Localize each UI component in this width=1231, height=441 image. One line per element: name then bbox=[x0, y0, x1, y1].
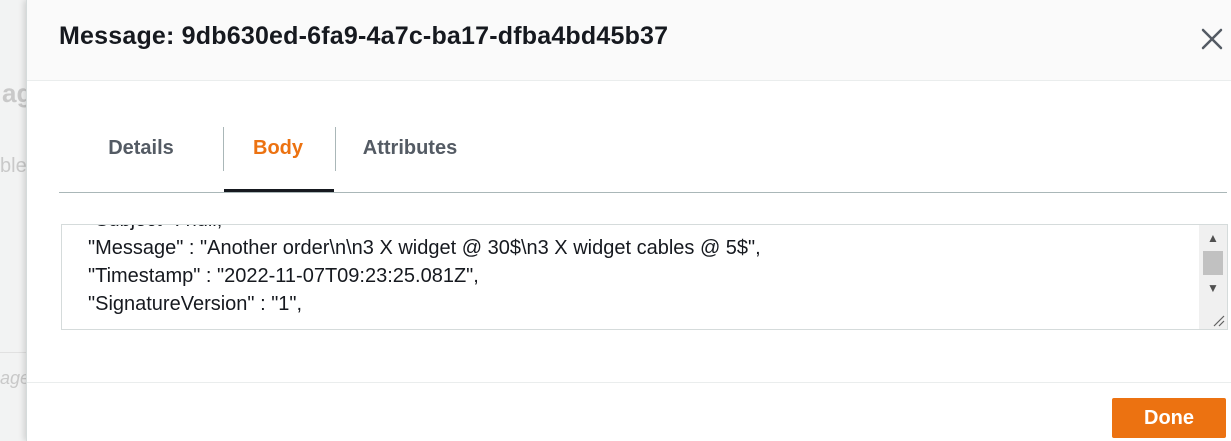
done-button[interactable]: Done bbox=[1112, 398, 1226, 438]
close-icon bbox=[1201, 28, 1223, 50]
modal-header: Message: 9db630ed-6fa9-4a7c-ba17-dfba4bd… bbox=[27, 0, 1231, 81]
vertical-scrollbar[interactable]: ▲ ▼ bbox=[1199, 225, 1227, 329]
background-page: ag ble age bbox=[0, 0, 28, 441]
background-divider bbox=[0, 352, 28, 353]
scroll-down-arrow-icon[interactable]: ▼ bbox=[1199, 277, 1227, 299]
tab-bar: Details Body Attributes bbox=[59, 124, 1227, 193]
close-button[interactable] bbox=[1197, 24, 1227, 54]
background-bottom-fragment: age bbox=[0, 368, 28, 388]
body-line: "Timestamp" : "2022-11-07T09:23:25.081Z"… bbox=[88, 265, 479, 287]
body-line: "SignatureVersion" : "1", bbox=[88, 293, 303, 315]
active-tab-indicator bbox=[224, 189, 334, 192]
scrollbar-thumb[interactable] bbox=[1203, 251, 1223, 275]
tab-details[interactable]: Details bbox=[91, 124, 191, 190]
tab-body[interactable]: Body bbox=[223, 124, 333, 190]
tab-attributes[interactable]: Attributes bbox=[335, 124, 485, 190]
background-text-fragment: ble bbox=[0, 155, 27, 177]
message-body-content: "Subject" : null, "Message" : "Another o… bbox=[88, 225, 761, 318]
background-title-fragment: ag bbox=[2, 78, 28, 108]
message-modal: Message: 9db630ed-6fa9-4a7c-ba17-dfba4bd… bbox=[26, 0, 1231, 441]
scroll-up-arrow-icon[interactable]: ▲ bbox=[1199, 227, 1227, 249]
message-body-textarea[interactable]: "Subject" : null, "Message" : "Another o… bbox=[61, 224, 1228, 330]
body-line: "Message" : "Another order\n\n3 X widget… bbox=[88, 237, 761, 259]
footer-divider bbox=[27, 382, 1231, 383]
modal-title: Message: 9db630ed-6fa9-4a7c-ba17-dfba4bd… bbox=[59, 22, 669, 50]
body-line: "Subject" : null, bbox=[88, 225, 761, 234]
resize-handle-icon[interactable] bbox=[1211, 313, 1225, 327]
